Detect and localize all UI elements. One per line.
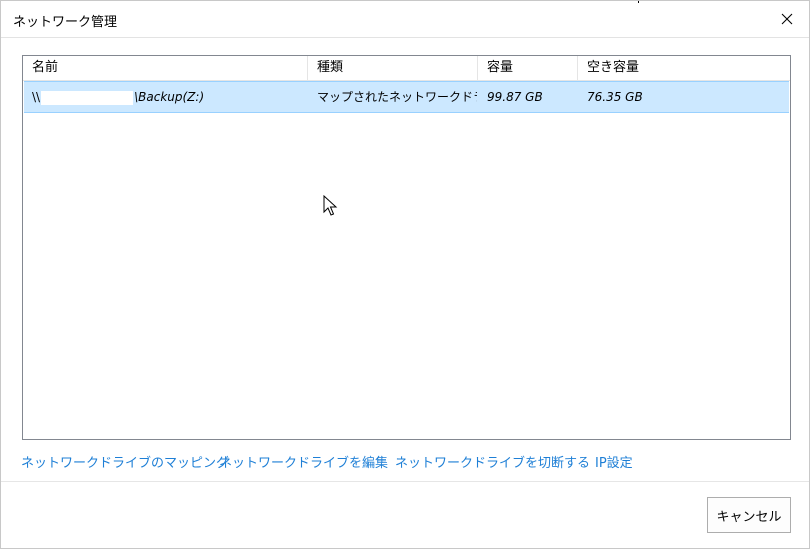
close-button[interactable] (765, 1, 809, 37)
capacity-cell: 99.87 GB (487, 90, 543, 104)
column-header-capacity[interactable]: 容量 (478, 56, 578, 80)
title-bar: ネットワーク管理 (1, 1, 809, 38)
column-header-type[interactable]: 種類 (308, 56, 478, 80)
column-header-name[interactable]: 名前 (23, 56, 308, 80)
footer-divider (1, 481, 809, 482)
table-row[interactable]: \\ \Backup(Z:) マップされたネットワークドラ... 99.87 GB… (24, 81, 789, 113)
mouse-pointer-icon (323, 195, 338, 216)
cancel-button[interactable]: キャンセル (707, 497, 791, 533)
list-header: 名前 種類 容量 空き容量 (23, 56, 790, 81)
drive-name-prefix: \\ (32, 90, 41, 104)
redacted-host (41, 90, 134, 105)
network-drive-list[interactable]: 名前 種類 容量 空き容量 \\ \Backup(Z:) マップされたネットワーク… (22, 55, 791, 440)
free-space-cell: 76.35 GB (587, 90, 643, 104)
edit-network-drive-link[interactable]: ネットワークドライブを編集 (219, 452, 388, 471)
close-icon (781, 13, 793, 25)
drive-type-cell: マップされたネットワークドラ... (317, 90, 477, 104)
map-network-drive-link[interactable]: ネットワークドライブのマッピング (21, 452, 229, 471)
drive-name-cell: \\ \Backup(Z:) (32, 82, 307, 112)
disconnect-network-drive-link[interactable]: ネットワークドライブを切断する (395, 452, 590, 471)
ip-settings-link[interactable]: IP設定 (595, 452, 633, 471)
dialog-title: ネットワーク管理 (13, 15, 118, 30)
title-mark (638, 1, 639, 3)
drive-name-suffix: \Backup(Z:) (134, 90, 205, 104)
network-management-dialog: ネットワーク管理 名前 種類 容量 空き容量 \\ \Backup(Z:) マップ… (0, 0, 810, 549)
column-header-free-space[interactable]: 空き容量 (578, 56, 789, 80)
